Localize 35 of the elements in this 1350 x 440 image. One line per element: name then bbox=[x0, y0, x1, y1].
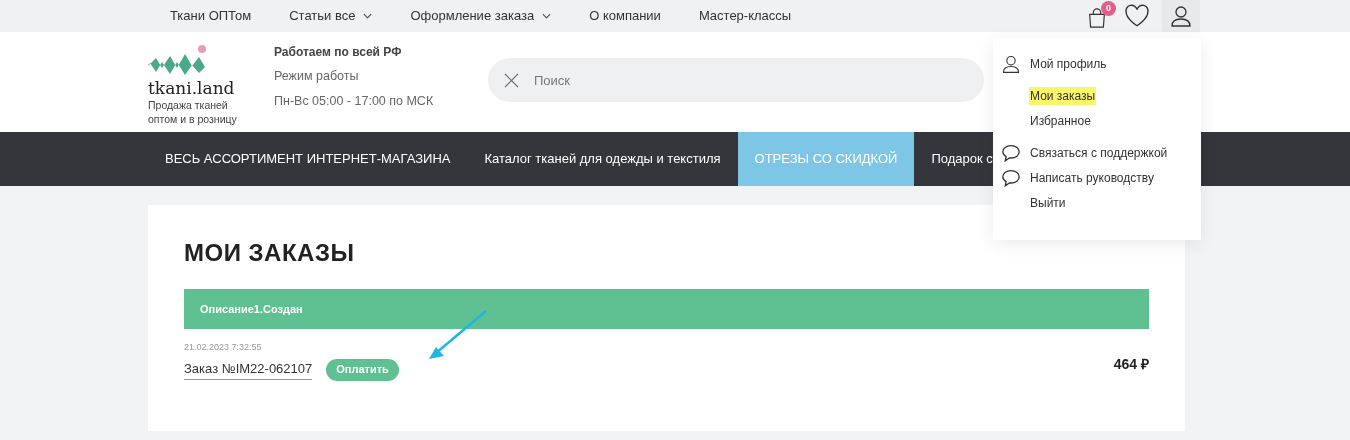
user-menu-item[interactable]: Написать руководству bbox=[1029, 169, 1155, 187]
chevron-down-icon[interactable] bbox=[363, 13, 373, 19]
category-tab[interactable]: ВЕСЬ АССОРТИМЕНТ ИНТЕРНЕТ-МАГАЗИНА bbox=[148, 132, 468, 186]
close-icon[interactable] bbox=[504, 73, 519, 88]
top-nav-link[interactable]: Оформление заказа bbox=[410, 6, 535, 26]
hours-label: Режим работы bbox=[274, 68, 360, 86]
top-nav-link[interactable]: Мастер-классы bbox=[698, 6, 792, 26]
category-tab[interactable]: Каталог тканей для одежды и текстиля bbox=[467, 132, 738, 186]
search-field[interactable]: Поиск bbox=[488, 58, 984, 102]
order-price: 464 ₽ bbox=[1113, 354, 1149, 374]
order-date: 21.02.2023 7:32:55 bbox=[184, 341, 263, 354]
page-title: МОИ ЗАКАЗЫ bbox=[184, 238, 356, 268]
user-icon bbox=[1169, 4, 1193, 28]
speech-bubble-icon bbox=[1001, 144, 1021, 162]
top-nav-link[interactable]: О компании bbox=[589, 6, 661, 26]
user-menu-item[interactable]: Мои заказы bbox=[1029, 87, 1097, 105]
speech-bubble-icon bbox=[1001, 169, 1021, 187]
user-menu-item[interactable]: Связаться с поддержкой bbox=[1029, 144, 1169, 162]
top-nav-link[interactable]: Ткани ОПТом bbox=[170, 6, 252, 26]
user-menu-item[interactable]: Мой профиль bbox=[1029, 55, 1108, 73]
user-icon bbox=[1001, 54, 1021, 74]
cart-count-badge: 0 bbox=[1101, 1, 1116, 16]
top-nav-link[interactable]: Статьи все bbox=[289, 6, 356, 26]
logo-tagline: Продажа тканей оптом и в розницу bbox=[148, 98, 238, 126]
hours-text: Пн-Вс 05:00 - 17:00 по МСК bbox=[274, 93, 435, 110]
logo-text: tkani.land bbox=[148, 78, 236, 98]
order-status-title: Описание1.Создан bbox=[200, 301, 303, 317]
shopping-bag-icon bbox=[1086, 7, 1108, 29]
order-number-link[interactable]: Заказ №IM22-062107 bbox=[184, 358, 313, 381]
heart-icon[interactable] bbox=[1124, 4, 1150, 28]
coverage-title: Работаем по всей РФ bbox=[274, 44, 403, 62]
annotation-arrow bbox=[428, 309, 488, 361]
user-menu-item[interactable]: Избранное bbox=[1029, 112, 1092, 130]
chevron-down-icon[interactable] bbox=[542, 13, 552, 19]
user-menu-item[interactable]: Выйти bbox=[1029, 194, 1067, 212]
